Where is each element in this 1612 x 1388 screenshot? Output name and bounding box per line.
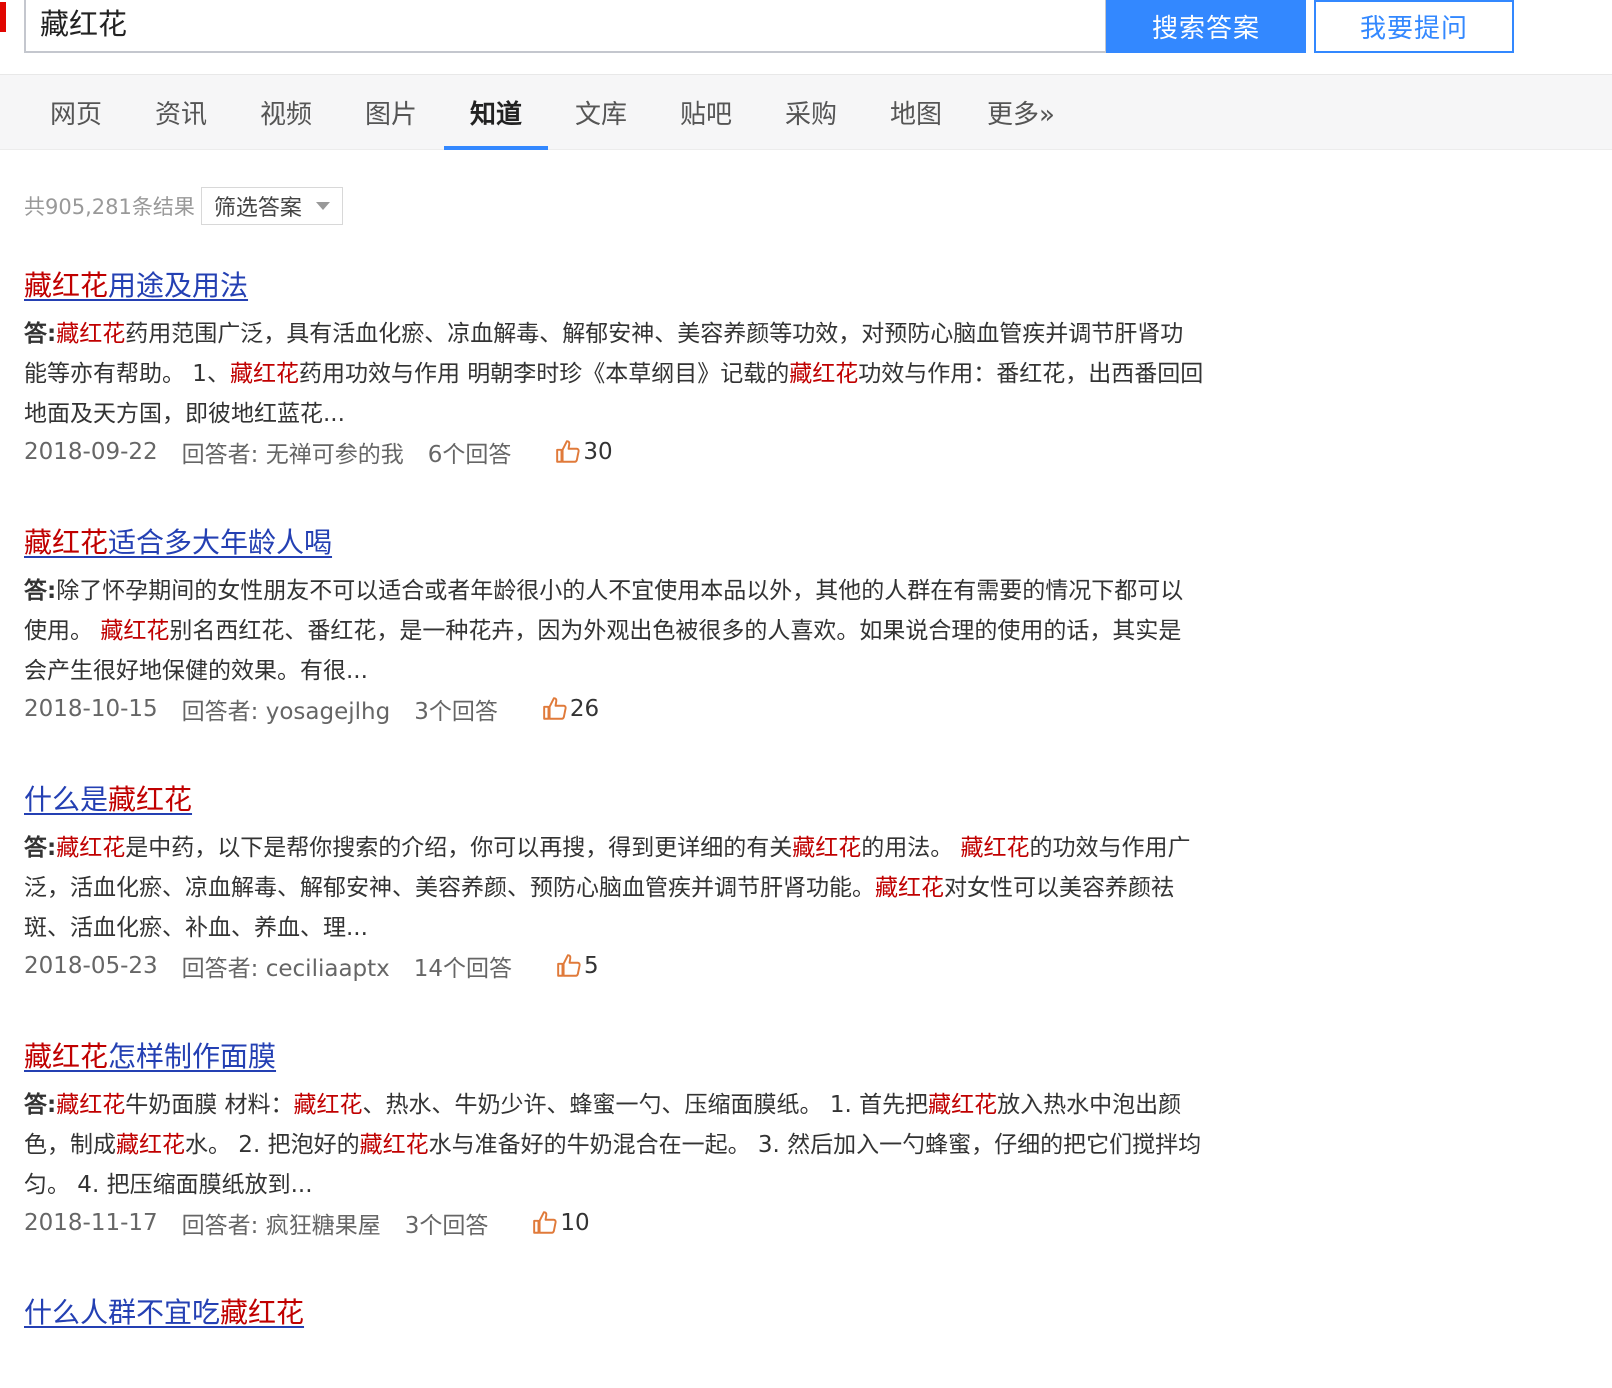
tab-web[interactable]: 网页 xyxy=(24,75,128,150)
caret-down-icon xyxy=(315,202,330,210)
search-box[interactable] xyxy=(24,0,1107,53)
result-item: 什么是藏红花 答:藏红花是中药，以下是帮你搜索的介绍，你可以再搜，得到更详细的有… xyxy=(24,778,1204,984)
result-title-link[interactable]: 藏红花适合多大年龄人喝 xyxy=(24,521,1204,561)
like-value: 10 xyxy=(560,1210,590,1236)
title-highlight: 藏红花 xyxy=(24,1040,109,1073)
snippet-text: 水。 2. 把泡好的 xyxy=(185,1132,360,1158)
baidu-logo-fragment[interactable] xyxy=(0,2,6,32)
result-title-link[interactable]: 藏红花怎样制作面膜 xyxy=(24,1035,1204,1075)
filter-answers-dropdown[interactable]: 筛选答案 xyxy=(200,187,343,225)
thumbs-up-icon xyxy=(556,440,580,463)
tab-news[interactable]: 资讯 xyxy=(129,75,233,150)
answer-label: 答: xyxy=(24,321,57,347)
title-text: 用途及用法 xyxy=(108,269,249,302)
result-answer-count[interactable]: 6个回答 xyxy=(428,435,512,469)
result-item: 藏红花适合多大年龄人喝 答:除了怀孕期间的女性朋友不可以适合或者年龄很小的人不宜… xyxy=(24,521,1204,727)
snippet-text: 牛奶面膜 材料： xyxy=(125,1092,294,1118)
result-snippet: 答:藏红花是中药，以下是帮你搜索的介绍，你可以再搜，得到更详细的有关藏红花的用法… xyxy=(24,828,1204,948)
result-date: 2018-05-23 xyxy=(24,953,158,979)
snippet-highlight: 藏红花 xyxy=(293,1092,363,1118)
result-answerer[interactable]: 回答者: ceciliaaptx xyxy=(182,949,390,983)
tab-zhidao[interactable]: 知道 xyxy=(444,75,548,150)
result-snippet: 答:藏红花牛奶面膜 材料：藏红花、热水、牛奶少许、蜂蜜一勺、压缩面膜纸。 1. … xyxy=(24,1085,1204,1205)
tab-map[interactable]: 地图 xyxy=(864,75,968,150)
snippet-highlight: 藏红花 xyxy=(56,835,126,861)
result-item: 藏红花怎样制作面膜 答:藏红花牛奶面膜 材料：藏红花、热水、牛奶少许、蜂蜜一勺、… xyxy=(24,1035,1204,1241)
vertical-nav: 网页 资讯 视频 图片 知道 文库 贴吧 采购 地图 更多» xyxy=(0,75,1612,150)
ask-question-button[interactable]: 我要提问 xyxy=(1314,0,1514,53)
thumbs-up-icon xyxy=(533,1211,557,1234)
title-highlight: 藏红花 xyxy=(24,526,109,559)
result-date: 2018-11-17 xyxy=(24,1210,158,1236)
title-text: 什么是 xyxy=(24,783,109,816)
like-count[interactable]: 5 xyxy=(556,953,599,979)
result-date: 2018-10-15 xyxy=(24,696,158,722)
result-item: 藏红花用途及用法 答:藏红花药用范围广泛，具有活血化瘀、凉血解毒、解郁安神、美容… xyxy=(24,264,1204,470)
snippet-highlight: 藏红花 xyxy=(100,618,170,644)
like-value: 26 xyxy=(569,696,600,722)
result-info: 2018-10-15 回答者: yosagejlhg 3个回答 26 xyxy=(24,691,1204,727)
result-snippet: 答:除了怀孕期间的女性朋友不可以适合或者年龄很小的人不宜使用本品以外，其他的人群… xyxy=(24,571,1204,691)
like-count[interactable]: 26 xyxy=(542,696,599,722)
tab-caigou[interactable]: 采购 xyxy=(759,75,863,150)
like-value: 5 xyxy=(584,953,599,979)
like-count[interactable]: 10 xyxy=(532,1210,590,1236)
thumbs-up-icon xyxy=(543,697,567,720)
filter-label: 筛选答案 xyxy=(213,196,302,221)
result-info: 2018-09-22 回答者: 无禅可参的我 6个回答 30 xyxy=(24,434,1204,470)
result-title-link[interactable]: 什么是藏红花 xyxy=(24,778,1204,818)
snippet-text: 别名西红花、番红花，是一种花卉，因为外观出色被很多的人喜欢。如果说合理的使用的话… xyxy=(24,618,1182,684)
result-item: 什么人群不宜吃藏红花 xyxy=(24,1291,1204,1331)
thumbs-up-icon xyxy=(557,954,581,977)
snippet-text: 药用功效与作用 明朝李时珍《本草纲目》记载的 xyxy=(298,361,790,387)
snippet-highlight: 藏红花 xyxy=(928,1092,998,1118)
snippet-highlight: 藏红花 xyxy=(789,361,859,387)
tab-tieba[interactable]: 贴吧 xyxy=(654,75,758,150)
snippet-text: 的用法。 xyxy=(861,835,961,861)
result-answerer[interactable]: 回答者: 疯狂糖果屋 xyxy=(182,1206,381,1240)
result-answerer[interactable]: 回答者: yosagejlhg xyxy=(182,692,391,726)
search-input[interactable] xyxy=(40,0,1080,46)
snippet-highlight: 藏红花 xyxy=(359,1132,429,1158)
search-answer-button[interactable]: 搜索答案 xyxy=(1106,0,1306,53)
result-info: 2018-11-17 回答者: 疯狂糖果屋 3个回答 10 xyxy=(24,1205,1204,1241)
title-highlight: 藏红花 xyxy=(108,783,193,816)
snippet-highlight: 藏红花 xyxy=(229,361,299,387)
title-text: 怎样制作面膜 xyxy=(108,1040,277,1073)
result-answerer[interactable]: 回答者: 无禅可参的我 xyxy=(182,435,404,469)
result-info: 2018-05-23 回答者: ceciliaaptx 14个回答 5 xyxy=(24,948,1204,984)
snippet-highlight: 藏红花 xyxy=(960,835,1030,861)
snippet-highlight: 藏红花 xyxy=(875,875,944,901)
result-answer-count[interactable]: 14个回答 xyxy=(414,949,512,983)
tab-video[interactable]: 视频 xyxy=(234,75,338,150)
snippet-text: 是中药，以下是帮你搜索的介绍，你可以再搜，得到更详细的有关 xyxy=(125,835,793,861)
answer-label: 答: xyxy=(24,835,57,861)
snippet-highlight: 藏红花 xyxy=(56,321,126,347)
result-snippet: 答:藏红花药用范围广泛，具有活血化瘀、凉血解毒、解郁安神、美容养颜等功效，对预防… xyxy=(24,314,1204,434)
title-highlight: 藏红花 xyxy=(24,269,109,302)
result-answer-count[interactable]: 3个回答 xyxy=(405,1206,489,1240)
result-answer-count[interactable]: 3个回答 xyxy=(414,692,498,726)
result-count: 共905,281条结果 xyxy=(24,195,195,219)
result-title-link[interactable]: 藏红花用途及用法 xyxy=(24,264,1204,304)
tab-wenku[interactable]: 文库 xyxy=(549,75,653,150)
like-count[interactable]: 30 xyxy=(555,439,613,465)
result-meta: 共905,281条结果 筛选答案 xyxy=(24,187,343,225)
title-text: 什么人群不宜吃 xyxy=(24,1296,221,1329)
snippet-highlight: 藏红花 xyxy=(56,1092,126,1118)
snippet-highlight: 藏红花 xyxy=(792,835,862,861)
answer-label: 答: xyxy=(24,1092,57,1118)
snippet-highlight: 藏红花 xyxy=(116,1132,185,1158)
like-value: 30 xyxy=(583,439,613,465)
tab-images[interactable]: 图片 xyxy=(339,75,443,150)
tab-more[interactable]: 更多» xyxy=(969,75,1073,150)
snippet-text: 、热水、牛奶少许、蜂蜜一勺、压缩面膜纸。 1. 首先把 xyxy=(362,1092,929,1118)
answer-label: 答: xyxy=(24,578,57,604)
result-title-link[interactable]: 什么人群不宜吃藏红花 xyxy=(24,1291,1204,1331)
title-highlight: 藏红花 xyxy=(220,1296,305,1329)
result-date: 2018-09-22 xyxy=(24,439,158,465)
title-text: 适合多大年龄人喝 xyxy=(108,526,333,559)
